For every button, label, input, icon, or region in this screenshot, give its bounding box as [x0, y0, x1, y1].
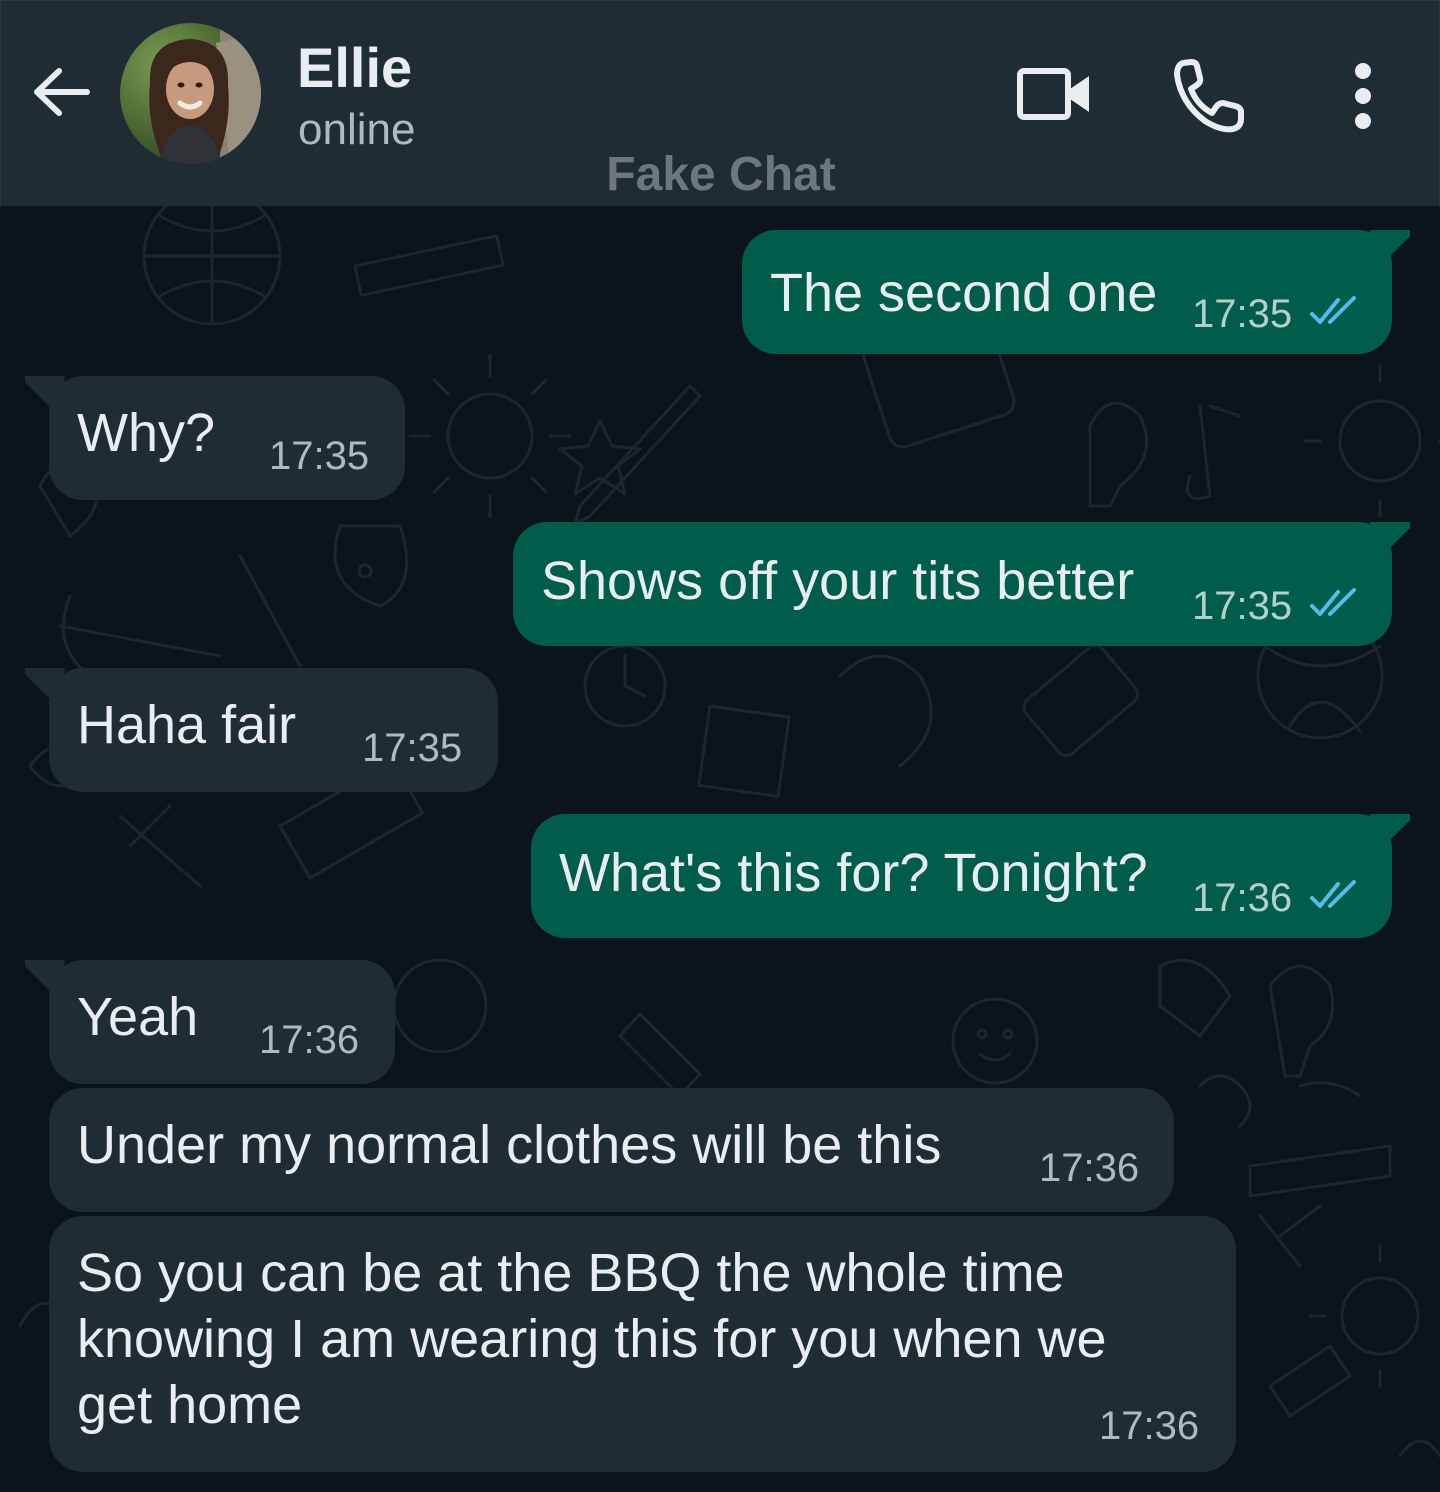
bubble-tail	[25, 376, 65, 416]
avatar[interactable]	[120, 23, 261, 164]
watermark-text: Fake Chat	[606, 148, 836, 201]
message-time: 17:36	[259, 1018, 360, 1062]
message-text-line: get home	[77, 1375, 303, 1435]
message-text: Shows off your tits better	[541, 551, 1135, 611]
message-text: Haha fair	[77, 695, 297, 755]
message-time: 17:35	[269, 434, 370, 478]
message-text: The second one	[770, 263, 1158, 323]
message-text: Why?	[77, 403, 216, 463]
message-time: 17:35	[362, 726, 463, 770]
message-time: 17:35	[1192, 584, 1293, 628]
bubble-tail	[1370, 814, 1410, 854]
read-receipt-icon	[1310, 880, 1356, 908]
message-bubble-outgoing[interactable]: Shows off your tits better 17:35	[513, 522, 1410, 646]
message-list[interactable]: The second one 17:35 Why? 17:35 Shows of…	[0, 206, 1440, 1492]
message-bubble-incoming[interactable]: Why? 17:35	[25, 376, 405, 500]
read-receipt-icon	[1310, 296, 1356, 324]
bubble-tail	[25, 960, 65, 1000]
message-text-line: knowing I am wearing this for you when w…	[77, 1309, 1107, 1369]
read-receipt-icon	[1310, 588, 1356, 616]
message-bubble-incoming[interactable]: Haha fair 17:35	[25, 668, 498, 792]
message-time: 17:35	[1192, 292, 1293, 336]
message-text-line: So you can be at the BBQ the whole time	[77, 1243, 1065, 1303]
message-time: 17:36	[1039, 1146, 1140, 1190]
bubble-tail	[25, 668, 65, 708]
arrow-left-icon[interactable]	[29, 59, 95, 125]
message-time: 17:36	[1192, 876, 1293, 920]
message-bubble-outgoing[interactable]: What's this for? Tonight? 17:36	[531, 814, 1410, 938]
phone-icon[interactable]	[1169, 57, 1249, 133]
bubble-tail	[1370, 230, 1410, 270]
message-text: Yeah	[77, 987, 199, 1047]
message-text: Under my normal clothes will be this	[77, 1115, 942, 1175]
message-bubble-incoming[interactable]: Under my normal clothes will be this 17:…	[49, 1088, 1174, 1212]
chat-screen: Ellie online Fake Chat The second one 17…	[0, 0, 1440, 1492]
contact-name[interactable]: Ellie	[297, 35, 412, 100]
more-vertical-icon[interactable]	[1341, 59, 1385, 133]
message-text: What's this for? Tonight?	[559, 843, 1148, 903]
message-bubble-outgoing[interactable]: The second one 17:35	[742, 230, 1410, 354]
message-time: 17:36	[1099, 1404, 1200, 1448]
video-camera-icon[interactable]	[1013, 59, 1093, 129]
chat-header: Ellie online Fake Chat	[0, 0, 1440, 206]
message-bubble-incoming[interactable]: Yeah 17:36	[25, 960, 395, 1084]
bubble-tail	[1370, 522, 1410, 562]
message-bubble-incoming[interactable]: So you can be at the BBQ the whole time …	[49, 1216, 1236, 1472]
